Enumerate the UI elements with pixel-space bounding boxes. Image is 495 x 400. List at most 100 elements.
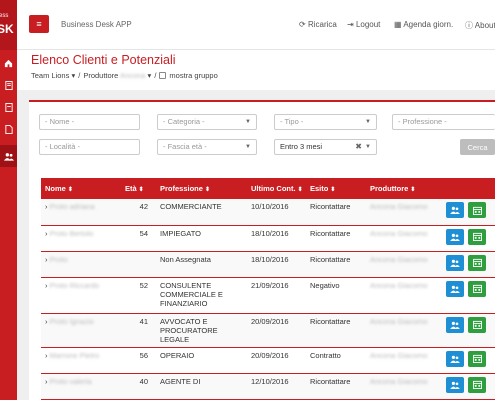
clear-icon[interactable]: ✖	[355, 140, 362, 154]
column-header-age[interactable]: Età ⬍	[121, 178, 156, 199]
column-header-outcome[interactable]: Esito ⬍	[306, 178, 366, 199]
app-title: Business Desk APP	[61, 20, 132, 29]
content-area: - Nome - - Categoria - ▼ - Tipo - ▼ - Prof…	[17, 90, 495, 400]
category-filter-select[interactable]: - Categoria - ▼	[157, 114, 257, 130]
client-profession: IMPIEGATO	[156, 225, 247, 251]
producer-name: Ancona Giacomo	[370, 280, 428, 290]
users-icon	[450, 259, 460, 267]
table-row[interactable]: › Proto Ignazio 41 AVVOCATO E PROCURATORE…	[41, 313, 495, 347]
users-icon[interactable]	[0, 145, 17, 167]
table-row[interactable]: › Proto Bertolo 54 IMPIEGATO 18/10/2016 …	[41, 225, 495, 251]
calendar-icon	[472, 320, 482, 329]
calendar-icon	[472, 206, 482, 215]
team-dropdown[interactable]: Team Lions ▾	[31, 71, 75, 80]
brand-logo: usiness SK	[0, 0, 17, 50]
outcome: Contratto	[310, 350, 341, 360]
profession-filter-input[interactable]: - Professione -	[392, 114, 495, 130]
reload-label: Ricarica	[307, 20, 337, 29]
client-name[interactable]: › Proto Riccardo	[41, 277, 121, 313]
file-icon[interactable]	[0, 118, 17, 140]
client-name[interactable]: › Marrone Pietro	[41, 347, 121, 373]
producer-dropdown[interactable]: Produttore Ancona ▾	[83, 71, 151, 80]
calendar-button[interactable]	[468, 350, 486, 367]
row-actions	[442, 373, 495, 399]
contacts-button[interactable]	[446, 350, 464, 367]
column-header-last-contact[interactable]: Ultimo Cont. ⬍	[247, 178, 306, 199]
search-button[interactable]: Cerca	[460, 139, 495, 155]
calendar-button[interactable]	[468, 376, 486, 393]
agenda-label: Agenda giorn.	[403, 20, 454, 29]
contacts-button[interactable]	[446, 376, 464, 393]
client-name[interactable]: › Proto Ignazio	[41, 313, 121, 347]
table-row[interactable]: › Proto adriana 42 COMMERCIANTE 10/10/20…	[41, 199, 495, 225]
table-row[interactable]: › Proto Non Assegnata 18/10/2016 Riconta…	[41, 251, 495, 277]
logout-label: Logout	[355, 20, 381, 29]
client-age: 52	[139, 280, 148, 290]
show-group-label: mostra gruppo	[169, 71, 218, 80]
calendar-button[interactable]	[468, 228, 486, 245]
users-icon	[450, 285, 460, 293]
contacts-button[interactable]	[446, 228, 464, 245]
column-header-profession[interactable]: Professione ⬍	[156, 178, 247, 199]
table-row[interactable]: › Proto Riccardo 52 CONSULENTE COMMERCIAL…	[41, 277, 495, 313]
users-icon	[450, 233, 460, 241]
logout-link[interactable]: ⇥ Logout	[347, 20, 380, 29]
reload-link[interactable]: ⟳ Ricarica	[299, 20, 337, 29]
outcome: Negativo	[310, 280, 340, 290]
document-icon[interactable]	[0, 74, 17, 96]
calendar-button[interactable]	[468, 316, 486, 333]
client-name-text: Proto Ignazio	[49, 316, 94, 326]
table-header-row: Nome ⬍ Età ⬍ Professione ⬍ Ultimo Cont. ⬍ Es…	[41, 178, 495, 199]
category-filter-value: - Categoria -	[163, 117, 205, 126]
caret-down-icon: ▾	[71, 71, 76, 80]
column-header-name[interactable]: Nome ⬍	[41, 178, 121, 199]
users-icon	[450, 206, 460, 214]
period-filter-select[interactable]: Entro 3 mesi ✖ ▼	[274, 139, 377, 155]
contacts-button[interactable]	[446, 316, 464, 333]
agenda-link[interactable]: ▦ Agenda giorn.	[394, 20, 453, 29]
age-range-filter-select[interactable]: - Fascia età - ▼	[157, 139, 257, 155]
calendar-button[interactable]	[468, 254, 486, 271]
calendar-button[interactable]	[468, 202, 486, 218]
contacts-button[interactable]	[446, 202, 464, 218]
client-name[interactable]: › Proto Bertolo	[41, 225, 121, 251]
breadcrumb-separator: /	[78, 71, 81, 80]
contacts-button[interactable]	[446, 280, 464, 297]
users-icon	[450, 381, 460, 389]
column-header-producer[interactable]: Produttore ⬍	[366, 178, 442, 199]
client-name[interactable]: › Proto adriana	[41, 199, 121, 225]
home-icon[interactable]	[0, 52, 17, 74]
contacts-button[interactable]	[446, 254, 464, 271]
client-profession: CONSULENTE COMMERCIALE E FINANZIARIO	[156, 277, 247, 313]
client-age: 40	[139, 376, 148, 386]
client-name[interactable]: › Proto valeria	[41, 373, 121, 399]
client-name-text: Proto adriana	[49, 202, 95, 211]
last-contact-date: 18/10/2016	[251, 254, 289, 264]
last-contact-date: 20/09/2016	[251, 316, 289, 326]
calendar-button[interactable]	[468, 280, 486, 297]
column-last-contact-label: Ultimo Cont.	[251, 184, 296, 193]
outcome: Ricontattare	[310, 316, 351, 326]
brand-line-2: SK	[0, 22, 14, 36]
row-actions	[442, 225, 495, 251]
profession-line: PROCURATORE LEGALE	[160, 325, 218, 344]
locality-filter-input[interactable]: - Località -	[39, 139, 140, 155]
team-label: Team Lions	[31, 71, 70, 80]
table-row[interactable]: › Marrone Pietro 56 OPERAIO 20/09/2016 C…	[41, 347, 495, 373]
client-age: 56	[139, 350, 148, 360]
about-link[interactable]: ⓘ About	[465, 20, 495, 31]
last-contact-date: 10/10/2016	[251, 202, 289, 211]
name-filter-input[interactable]: - Nome -	[39, 114, 140, 130]
sort-icon: ⬍	[297, 187, 303, 193]
table-row[interactable]: › Proto valeria 40 AGENTE DI 12/10/2016 …	[41, 373, 495, 399]
type-filter-select[interactable]: - Tipo - ▼	[274, 114, 377, 130]
outcome: Ricontattare	[310, 202, 351, 211]
menu-toggle-button[interactable]: ≡	[29, 15, 49, 33]
row-actions	[442, 277, 495, 313]
client-name[interactable]: › Proto	[41, 251, 121, 277]
show-group-checkbox[interactable]	[159, 72, 167, 79]
note-icon[interactable]	[0, 96, 17, 118]
client-name-text: Proto valeria	[49, 376, 92, 386]
caret-down-icon: ▼	[365, 144, 371, 150]
client-age	[121, 251, 156, 277]
